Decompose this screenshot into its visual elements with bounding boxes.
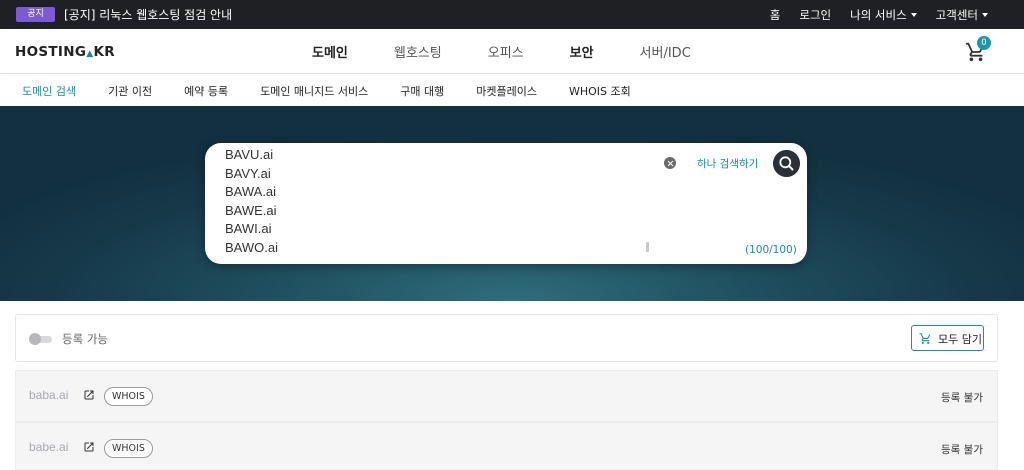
tab-reserved-registration[interactable]: 예약 등록 [184,83,228,99]
main-navigation: HOSTING▲KR 도메인 웹호스팅 오피스 보안 서버/IDC 0 [0,29,1024,74]
result-domain: baba.ai [29,388,69,402]
notice-badge: 공지 [16,7,55,22]
tab-agency-transfer[interactable]: 기관 이전 [108,83,152,99]
tab-domain-search[interactable]: 도메인 검색 [22,83,76,99]
domain-entry: BAVU.ai [225,147,274,162]
site-logo[interactable]: HOSTING▲KR [15,44,115,60]
top-links: 홈 로그인 나의 서비스 고객센터 [770,7,988,23]
nav-item-domain[interactable]: 도메인 [312,42,348,61]
customer-center-label: 고객센터 [935,8,978,22]
tab-purchase-agent[interactable]: 구매 대행 [400,83,444,99]
chevron-down-icon [982,12,988,17]
domain-search-textarea[interactable]: BAVU.ai BAVY.ai BAWA.ai BAWE.ai BAWI.ai … [225,146,278,258]
result-row: babe.ai WHOIS 등록 불가 [15,422,998,470]
customer-center-menu[interactable]: 고객센터 [936,7,988,23]
nav-item-security[interactable]: 보안 [570,42,594,61]
result-domain: babe.ai [29,440,69,454]
domain-entry: BAWO.ai [225,239,278,255]
textarea-scrollbar[interactable] [646,242,649,252]
domain-entry: BAWA.ai [225,184,277,200]
logo-text: HOSTING [15,44,87,60]
domain-search-box[interactable]: BAVU.ai BAVY.ai BAWA.ai BAWE.ai BAWI.ai … [205,143,807,264]
domain-entry: BAVY.ai [225,165,271,181]
chevron-down-icon [910,12,917,17]
sub-navigation: 도메인 검색 기관 이전 예약 등록 도메인 매니지드 서비스 구매 대행 마켓… [0,75,1024,106]
login-link[interactable]: 로그인 [799,7,831,23]
tab-whois-lookup[interactable]: WHOIS 조회 [569,83,631,99]
result-status: 등록 불가 [941,444,983,456]
nav-item-webhosting[interactable]: 웹호스팅 [394,42,442,61]
available-only-label: 등록 가능 [62,332,108,346]
filter-bar: 등록 가능 모두 담기 [15,314,998,362]
nav-item-server-idc[interactable]: 서버/IDC [640,42,691,61]
my-services-menu[interactable]: 나의 서비스 [850,7,917,23]
tab-marketplace[interactable]: 마켓플레이스 [476,83,537,99]
whois-button[interactable]: WHOIS [104,387,153,406]
notice-text[interactable]: [공지] 리눅스 웹호스팅 점검 안내 [64,7,232,23]
result-row: baba.ai WHOIS 등록 불가 [15,370,998,422]
whois-button[interactable]: WHOIS [104,439,153,458]
my-services-label: 나의 서비스 [850,8,907,22]
external-link-icon[interactable] [83,389,95,401]
cart-icon [919,333,931,344]
domain-count: (100/100) [745,244,797,256]
nav-menu: 도메인 웹호스팅 오피스 보안 서버/IDC [312,42,737,61]
search-button[interactable] [773,150,800,177]
toggle-knob [29,333,41,345]
top-notice-bar: 공지 [공지] 리눅스 웹호스팅 점검 안내 홈 로그인 나의 서비스 고객센터 [0,0,1024,29]
sub-nav-menu: 도메인 검색 기관 이전 예약 등록 도메인 매니지드 서비스 구매 대행 마켓… [22,83,663,99]
clear-icon[interactable] [664,157,676,169]
domain-entry: BAWI.ai [225,221,272,237]
home-link[interactable]: 홈 [770,7,781,23]
cart-count-badge: 0 [977,36,991,50]
result-status: 등록 불가 [941,392,983,404]
tab-domain-managed-service[interactable]: 도메인 매니지드 서비스 [260,83,368,99]
add-all-label: 모두 담기 [938,333,982,346]
add-all-button[interactable]: 모두 담기 [911,325,984,351]
nav-item-office[interactable]: 오피스 [488,42,524,61]
external-link-icon[interactable] [83,441,95,453]
domain-entry: BAWE.ai [225,202,277,218]
available-only-toggle[interactable] [29,333,53,345]
logo-suffix: KR [93,44,115,60]
single-search-link[interactable]: 하나 검색하기 [697,156,758,171]
